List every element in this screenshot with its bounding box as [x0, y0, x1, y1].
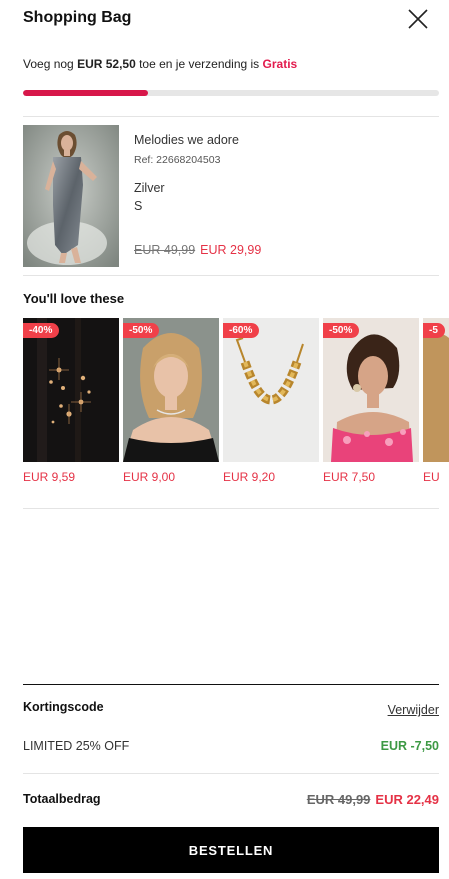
remove-discount-link[interactable]: Verwijder: [388, 703, 439, 717]
product-sale-price: EUR 29,99: [200, 243, 262, 257]
reco-card[interactable]: -60% EUR 9,20: [223, 318, 319, 484]
close-icon[interactable]: [407, 8, 429, 30]
reco-price: EUR 9,20: [223, 470, 276, 484]
total-old-price: EUR 49,99: [306, 792, 371, 807]
discount-code-label: Kortingscode: [23, 700, 104, 714]
product-color: Zilver: [134, 181, 165, 195]
divider: [23, 116, 439, 117]
reco-image[interactable]: -50%: [323, 318, 419, 462]
product-size: S: [134, 199, 143, 213]
reco-image[interactable]: -40%: [23, 318, 119, 462]
reco-card[interactable]: -50% EUR 9,00: [123, 318, 219, 484]
discount-badge: -50%: [323, 323, 360, 338]
reco-card[interactable]: -40% EUR 9,59: [23, 318, 119, 484]
reco-card[interactable]: -50% EUR 7,50: [323, 318, 419, 484]
summary-divider: [23, 684, 439, 685]
reco-price: EUR 9,00: [123, 470, 176, 484]
cart-item: Melodies we adore Ref: 22668204503 Zilve…: [23, 125, 439, 267]
reco-image[interactable]: -5: [423, 318, 449, 462]
shipping-remaining-amount: EUR 52,50: [77, 57, 136, 71]
free-shipping-label: Gratis: [262, 57, 298, 71]
page-title: Shopping Bag: [23, 9, 132, 26]
free-shipping-message: Voeg nog EUR 52,50 toe en je verzending …: [23, 57, 298, 71]
bag-header: Shopping Bag: [23, 8, 429, 30]
reco-card[interactable]: -5 EU: [423, 318, 449, 484]
product-ref: Ref: 22668204503: [134, 154, 221, 166]
discount-badge: -5: [423, 323, 445, 338]
reco-price: EU: [423, 470, 440, 484]
reco-image[interactable]: -60%: [223, 318, 319, 462]
shipping-progress-fill: [23, 90, 148, 96]
product-prices: EUR 49,99 EUR 29,99: [134, 243, 261, 257]
reco-price: EUR 7,50: [323, 470, 376, 484]
product-details: Melodies we adore Ref: 22668204503 Zilve…: [134, 133, 239, 213]
divider: [23, 508, 439, 509]
divider: [23, 773, 439, 774]
product-image[interactable]: [23, 125, 119, 267]
reco-price: EUR 9,59: [23, 470, 76, 484]
discount-code-name: LIMITED 25% OFF: [23, 739, 130, 753]
discount-badge: -50%: [123, 323, 160, 338]
total-label: Totaalbedrag: [23, 792, 101, 806]
reco-image[interactable]: -50%: [123, 318, 219, 462]
discount-badge: -40%: [23, 323, 60, 338]
discount-code-value: EUR -7,50: [380, 739, 439, 753]
recommendations-carousel[interactable]: -40% EUR 9,59 -50% EUR 9,00 -60% EUR 9,2…: [23, 318, 449, 490]
divider: [23, 275, 439, 276]
product-name[interactable]: Melodies we adore: [134, 133, 239, 147]
total-new-price: EUR 22,49: [375, 792, 439, 807]
order-button[interactable]: BESTELLEN: [23, 827, 439, 873]
recommendations-title: You'll love these: [23, 291, 125, 306]
total-prices: EUR 49,99 EUR 22,49: [307, 792, 439, 807]
discount-badge: -60%: [223, 323, 260, 338]
product-old-price: EUR 49,99: [134, 243, 196, 257]
shipping-progress-bar: [23, 90, 439, 96]
